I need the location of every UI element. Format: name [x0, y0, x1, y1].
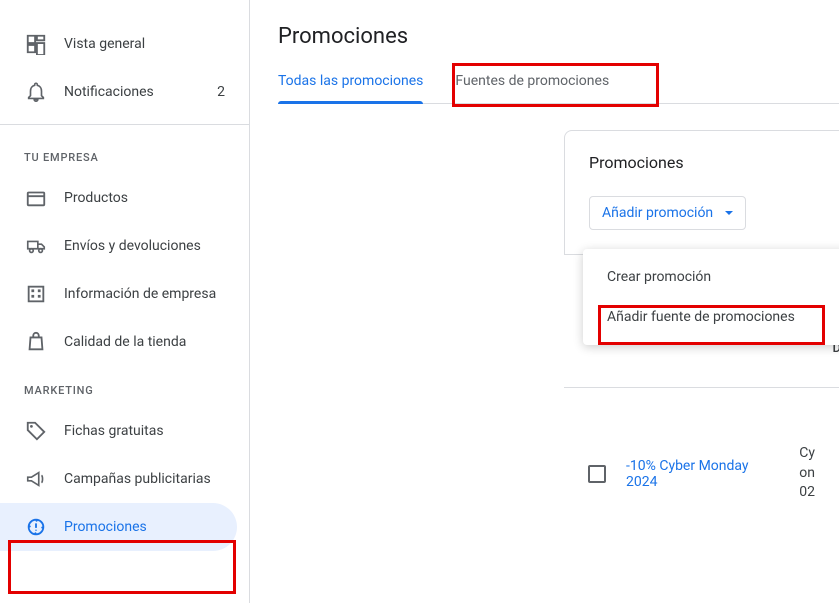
add-promotion-label: Añadir promoción	[602, 205, 713, 221]
promotion-meta: Cy on 02	[799, 444, 815, 503]
truck-icon	[24, 234, 48, 258]
box-icon	[24, 186, 48, 210]
add-promotion-button[interactable]: Añadir promoción	[589, 196, 746, 230]
sidebar: Vista general Notificaciones 2 TU EMPRES…	[0, 0, 250, 603]
tab-promotion-sources[interactable]: Fuentes de promociones	[455, 73, 609, 103]
sidebar-item-label: Vista general	[64, 36, 225, 52]
dashboard-icon	[24, 32, 48, 56]
sidebar-item-label: Productos	[64, 190, 225, 206]
panel-title: Promociones	[565, 131, 839, 196]
panel-actions: Añadir promoción	[565, 196, 839, 254]
sidebar-item-free-listings[interactable]: Fichas gratuitas	[0, 407, 249, 455]
add-promotion-dropdown: Crear promoción Añadir fuente de promoci…	[583, 249, 839, 345]
promotions-panel: Promociones Añadir promoción Crear promo…	[564, 130, 839, 255]
sidebar-item-promotions[interactable]: Promociones	[0, 503, 237, 551]
sidebar-item-label: Campañas publicitarias	[64, 471, 225, 487]
table-row[interactable]: -10% Cyber Monday 2024 Cy on 02	[564, 387, 839, 503]
sidebar-item-shipping[interactable]: Envíos y devoluciones	[0, 222, 249, 270]
tab-all-promotions[interactable]: Todas las promociones	[278, 73, 423, 103]
caret-down-icon	[725, 211, 733, 215]
sidebar-item-notifications[interactable]: Notificaciones 2	[0, 68, 249, 116]
sidebar-item-label: Notificaciones	[64, 84, 217, 100]
sidebar-section-header: TU EMPRESA	[0, 133, 249, 174]
sidebar-item-label: Información de empresa	[64, 286, 225, 302]
bag-icon	[24, 330, 48, 354]
row-checkbox[interactable]	[588, 465, 606, 483]
sidebar-item-label: Promociones	[64, 519, 213, 535]
dropdown-add-source[interactable]: Añadir fuente de promociones	[583, 297, 839, 337]
promotion-link[interactable]: -10% Cyber Monday 2024	[626, 458, 779, 490]
sidebar-item-label: Envíos y devoluciones	[64, 238, 225, 254]
sidebar-item-overview[interactable]: Vista general	[0, 20, 249, 68]
sidebar-item-products[interactable]: Productos	[0, 174, 249, 222]
notification-count: 2	[217, 84, 225, 100]
sidebar-item-business-info[interactable]: Información de empresa	[0, 270, 249, 318]
sidebar-divider	[0, 124, 249, 125]
sidebar-item-ad-campaigns[interactable]: Campañas publicitarias	[0, 455, 249, 503]
sidebar-item-label: Calidad de la tienda	[64, 334, 225, 350]
bell-icon	[24, 80, 48, 104]
page-title: Promociones	[278, 24, 839, 49]
badge-icon	[24, 515, 48, 539]
sidebar-item-label: Fichas gratuitas	[64, 423, 225, 439]
building-icon	[24, 282, 48, 306]
tag-icon	[24, 419, 48, 443]
sidebar-item-store-quality[interactable]: Calidad de la tienda	[0, 318, 249, 366]
main-content: Promociones Todas las promociones Fuente…	[250, 0, 839, 603]
dropdown-create-promotion[interactable]: Crear promoción	[583, 257, 839, 297]
megaphone-icon	[24, 467, 48, 491]
sidebar-section-header: MARKETING	[0, 366, 249, 407]
tab-bar: Todas las promociones Fuentes de promoci…	[278, 73, 839, 104]
